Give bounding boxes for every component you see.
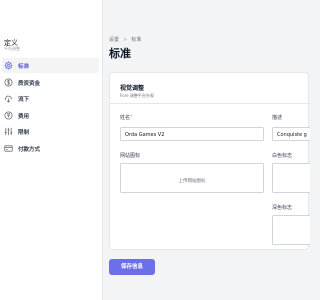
breadcrumb-current: 标准	[131, 37, 142, 43]
favicon-upload-text: 上传网站图标	[178, 179, 206, 184]
gear-icon	[4, 61, 13, 70]
sidebar-item-label: 流下	[18, 97, 30, 103]
favicon-label: 网站图标	[120, 153, 141, 159]
sidebar-item-label: 标准	[18, 64, 30, 70]
cloud-download-icon	[4, 95, 12, 103]
dark-logo-label: 深色标志	[272, 205, 293, 211]
sidebar-item-payment-methods[interactable]: 付款方式	[0, 141, 103, 156]
breadcrumb-root-link[interactable]: 设置	[109, 37, 119, 43]
sidebar-item-label: 质资资金	[18, 80, 41, 87]
brand-subtitle: 平台调整	[4, 46, 20, 51]
page-title: 标准	[109, 47, 131, 60]
sidebar-item-fees[interactable]: 费用	[0, 108, 103, 123]
description-label: 描述	[272, 115, 283, 121]
white-logo-upload-dropzone[interactable]	[272, 163, 310, 193]
card-divider	[110, 103, 310, 104]
white-logo-label: 白色标志	[272, 153, 293, 159]
sidebar-item-standard[interactable]: 标准	[2, 58, 99, 73]
required-mark: *	[130, 114, 133, 119]
sliders-icon	[4, 127, 13, 136]
breadcrumb-separator: >	[123, 37, 128, 43]
save-button[interactable]: 保存信息	[109, 259, 155, 275]
payment-card-icon	[4, 144, 13, 152]
sidebar-item-download[interactable]: 流下	[0, 91, 103, 106]
sidebar-item-funds[interactable]: 质资资金	[0, 75, 103, 90]
dollar-icon	[4, 77, 13, 87]
visual-settings-card: 视觉调整 Fore 调整平台外观 姓名* Orda Games V2 描述 Co…	[109, 72, 310, 250]
card-subtitle: Fore 调整平台外观	[120, 93, 154, 98]
sidebar-item-label: 付款方式	[18, 146, 41, 153]
main-content: 设置 > 标准 标准 视觉调整 Fore 调整平台外观 姓名* Orda Games…	[103, 0, 310, 300]
sidebar-nav: 标准 质资资金 流下 费用 限制 付款方式	[0, 58, 103, 157]
sidebar-item-label: 费用	[18, 113, 30, 120]
coin-icon	[4, 110, 13, 120]
card-title: 视觉调整	[120, 85, 145, 92]
sidebar: 定义 平台调整 标准 质资资金 流下 费用 限制 付款方式	[0, 0, 103, 300]
description-input[interactable]: Conquiste g	[272, 127, 310, 141]
name-label: 姓名*	[120, 114, 133, 121]
favicon-upload-dropzone[interactable]: 上传网站图标	[120, 163, 264, 193]
sidebar-item-label: 限制	[18, 130, 30, 136]
name-input[interactable]: Orda Games V2	[120, 127, 264, 141]
dark-logo-upload-dropzone[interactable]	[272, 215, 310, 245]
sidebar-item-limits[interactable]: 限制	[0, 124, 103, 139]
breadcrumb: 设置 > 标准	[109, 36, 141, 43]
